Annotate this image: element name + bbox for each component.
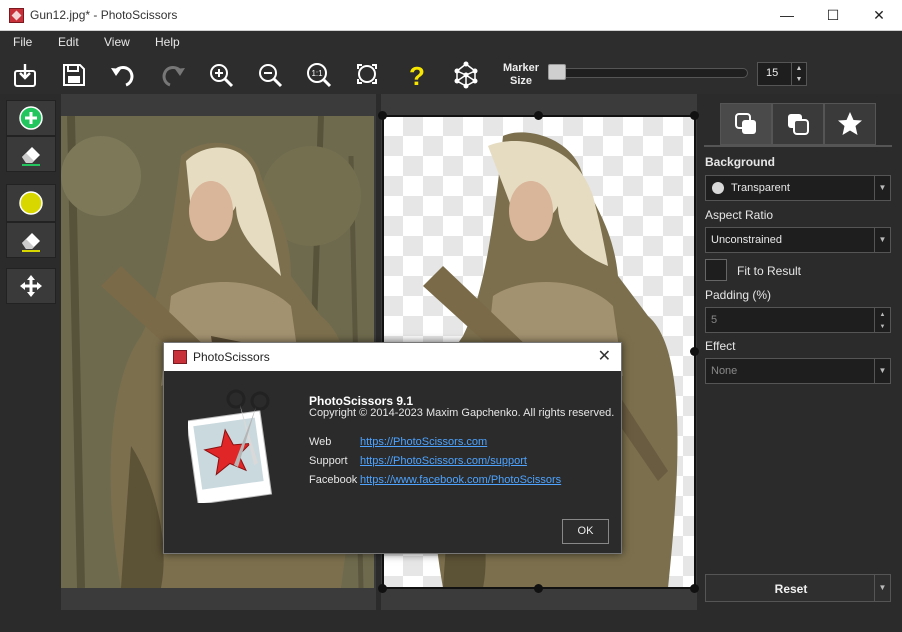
dialog-title: PhotoScissors — [193, 350, 270, 364]
zoom-fit-icon[interactable] — [353, 60, 383, 90]
close-button[interactable]: ✕ — [856, 0, 902, 31]
marker-size-spinbox[interactable]: 15 ▲ ▼ — [757, 62, 807, 86]
aspect-ratio-select[interactable]: Unconstrained ▼ — [705, 227, 891, 253]
menu-bar: File Edit View Help — [0, 31, 902, 54]
window-title: Gun12.jpg* - PhotoScissors — [30, 8, 178, 22]
background-select[interactable]: Transparent ▼ — [705, 175, 891, 201]
marker-size-slider[interactable] — [550, 68, 748, 78]
marker-size-value[interactable]: 15 — [766, 67, 778, 79]
reset-dropdown-icon[interactable]: ▼ — [874, 575, 890, 601]
dialog-title-bar: PhotoScissors ✕ — [164, 343, 621, 371]
copyright-text: Copyright © 2014-2023 Maxim Gapchenko. A… — [309, 407, 615, 419]
network-icon[interactable] — [451, 60, 481, 90]
photoscissors-logo — [185, 387, 278, 505]
reset-label: Reset — [774, 582, 808, 596]
marker-label-line2: Size — [509, 75, 532, 87]
marker-size-label: Marker Size — [500, 62, 542, 88]
crop-handle-top-right[interactable] — [690, 111, 699, 120]
spin-up-icon[interactable]: ▲ — [792, 63, 806, 74]
spin-down-icon[interactable]: ▼ — [792, 74, 806, 85]
star-icon — [838, 112, 862, 135]
move-icon — [20, 275, 42, 297]
foreground-tab-icon — [788, 114, 809, 135]
crop-handle-bottom-middle[interactable] — [534, 584, 543, 593]
web-label: Web — [309, 436, 332, 448]
spin-arrows[interactable]: ▲ ▼ — [791, 63, 806, 85]
padding-value: 5 — [711, 314, 718, 326]
minimize-button[interactable]: — — [764, 0, 810, 31]
transparent-swatch-icon — [712, 182, 724, 194]
background-tab[interactable] — [720, 103, 772, 145]
product-name: PhotoScissors 9.1 — [309, 394, 414, 408]
background-tab-icon — [735, 113, 756, 134]
background-marker-icon — [19, 191, 43, 215]
save-icon[interactable] — [59, 60, 89, 90]
marker-label-line1: Marker — [502, 62, 540, 74]
effect-label: Effect — [705, 339, 736, 353]
dialog-app-icon — [173, 350, 187, 364]
title-bar: Gun12.jpg* - PhotoScissors — ☐ ✕ — [0, 0, 902, 31]
background-eraser-tool[interactable] — [6, 222, 56, 258]
crop-handle-bottom-right[interactable] — [690, 584, 699, 593]
zoom-in-icon[interactable] — [206, 60, 236, 90]
web-link[interactable]: https://PhotoScissors.com — [360, 436, 487, 448]
background-label: Background — [705, 155, 776, 169]
eraser-icon — [22, 147, 40, 166]
menu-file[interactable]: File — [13, 35, 32, 49]
foreground-tab[interactable] — [772, 103, 824, 145]
chevron-down-icon[interactable]: ▼ — [874, 228, 890, 252]
reset-button[interactable]: Reset ▼ — [705, 574, 891, 602]
menu-help[interactable]: Help — [155, 35, 180, 49]
svg-text:1:1: 1:1 — [311, 69, 323, 78]
svg-text:?: ? — [409, 61, 425, 89]
move-tool[interactable] — [6, 268, 56, 304]
about-dialog: PhotoScissors ✕ PhotoScissors 9.1 Copyri… — [163, 342, 622, 554]
maximize-button[interactable]: ☐ — [810, 0, 856, 31]
chevron-down-icon[interactable]: ▼ — [874, 176, 890, 200]
crop-handle-bottom-left[interactable] — [378, 584, 387, 593]
crop-handle-right-middle[interactable] — [690, 347, 699, 356]
open-icon[interactable] — [10, 60, 40, 90]
redo-icon[interactable] — [158, 60, 188, 90]
crop-handle-top-middle[interactable] — [534, 111, 543, 120]
facebook-label: Facebook — [309, 474, 358, 486]
crop-handle-top-left[interactable] — [378, 111, 387, 120]
background-marker-tool[interactable] — [6, 184, 56, 222]
eraser-tool[interactable] — [6, 136, 56, 172]
zoom-out-icon[interactable] — [255, 60, 285, 90]
app-icon — [9, 8, 24, 23]
help-icon[interactable]: ? — [402, 60, 432, 90]
effect-select[interactable]: None ▼ — [705, 358, 891, 384]
effects-tab[interactable] — [824, 103, 876, 145]
effect-value: None — [711, 365, 738, 377]
padding-spinbox[interactable]: 5 ▲ ▼ — [705, 307, 891, 333]
aspect-ratio-label: Aspect Ratio — [705, 208, 774, 222]
chevron-down-icon[interactable]: ▼ — [874, 359, 890, 383]
left-toolbar — [4, 98, 56, 628]
background-eraser-icon — [22, 233, 40, 252]
zoom-actual-icon[interactable]: 1:1 — [304, 60, 334, 90]
padding-label: Padding (%) — [705, 288, 772, 302]
menu-edit[interactable]: Edit — [58, 35, 79, 49]
support-label: Support — [309, 455, 348, 467]
background-value: Transparent — [731, 182, 790, 194]
ok-button[interactable]: OK — [562, 519, 609, 544]
fit-to-result-label: Fit to Result — [737, 264, 802, 278]
fit-to-result-checkbox[interactable] — [705, 259, 727, 281]
tab-underline — [704, 145, 892, 147]
add-foreground-icon — [19, 106, 43, 130]
add-marker-tool[interactable] — [6, 100, 56, 136]
facebook-link[interactable]: https://www.facebook.com/PhotoScissors — [360, 474, 561, 486]
aspect-ratio-value: Unconstrained — [711, 234, 782, 246]
padding-spin-arrows[interactable]: ▲ ▼ — [874, 308, 890, 332]
menu-view[interactable]: View — [104, 35, 130, 49]
undo-icon[interactable] — [108, 60, 138, 90]
dialog-close-icon[interactable]: ✕ — [598, 346, 611, 366]
support-link[interactable]: https://PhotoScissors.com/support — [360, 455, 527, 467]
marker-size-slider-thumb[interactable] — [548, 64, 566, 80]
